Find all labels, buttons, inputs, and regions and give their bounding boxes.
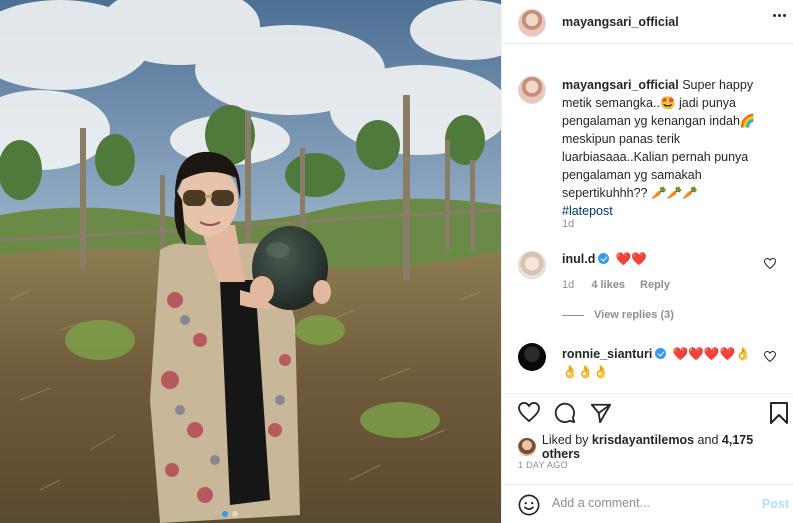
post-header: mayangsari_official — [502, 0, 793, 44]
post-actions-bar — [502, 393, 793, 433]
comment-avatar[interactable] — [518, 343, 546, 371]
carousel-dot-active — [222, 511, 228, 517]
save-bookmark-icon[interactable] — [770, 402, 788, 424]
view-replies-label: View replies (3) — [594, 309, 674, 321]
caption-text: Super happy metik semangka..🤩 jadi punya… — [562, 78, 756, 200]
comment-likes[interactable]: 4 likes — [591, 279, 625, 291]
post-side-panel: mayangsari_official mayangsari_official … — [501, 0, 793, 523]
comment-username[interactable]: ronnie_sianturi — [562, 347, 652, 361]
comment-inul: inul.d ❤️❤️ — [562, 252, 647, 267]
more-options-icon[interactable] — [773, 14, 786, 17]
like-heart-icon[interactable] — [518, 402, 540, 422]
add-comment-bar: Post — [502, 484, 793, 523]
likes-and-label: and — [697, 433, 719, 447]
reply-button[interactable]: Reply — [640, 279, 670, 291]
view-replies-line — [562, 314, 584, 316]
likes-summary: Liked by krisdayantilemos and 4,175 othe… — [518, 433, 793, 461]
comment-ronnie: ronnie_sianturi ❤️❤️❤️❤️👌👌👌👌 — [562, 345, 758, 381]
post-caption: mayangsari_official Super happy metik se… — [562, 76, 758, 220]
author-username[interactable]: mayangsari_official — [562, 15, 679, 29]
add-comment-input[interactable] — [552, 496, 752, 510]
verified-badge-icon — [655, 348, 667, 359]
post-comment-button[interactable]: Post — [762, 497, 789, 511]
comment-like-heart-icon[interactable] — [764, 258, 776, 269]
view-replies-button[interactable]: View replies (3) — [562, 309, 674, 321]
liker-avatar[interactable] — [518, 438, 536, 456]
comment-icon[interactable] — [554, 402, 576, 424]
post-date: 1 DAY AGO — [518, 460, 568, 470]
verified-badge-icon — [598, 253, 610, 264]
share-icon[interactable] — [590, 402, 612, 424]
liker-username[interactable]: krisdayantilemos — [592, 433, 694, 447]
comment-username[interactable]: inul.d — [562, 252, 595, 266]
comment-like-heart-icon[interactable] — [764, 351, 776, 362]
post-photo[interactable] — [0, 0, 501, 523]
hashtag-link[interactable]: #latepost — [562, 204, 613, 218]
caption-age: 1d — [562, 218, 575, 230]
caption-author-avatar[interactable] — [518, 76, 546, 104]
emoji-smiley-icon[interactable] — [518, 494, 540, 516]
caption-username[interactable]: mayangsari_official — [562, 78, 679, 92]
comment-age: 1d — [562, 279, 575, 291]
comment-text: ❤️❤️ — [615, 252, 647, 266]
woman-holding-watermelon-image — [0, 0, 501, 523]
carousel-indicator — [222, 511, 238, 517]
carousel-dot — [232, 511, 238, 517]
comment-meta: 1d 4 likes Reply — [562, 279, 670, 291]
comment-avatar[interactable] — [518, 251, 546, 279]
author-avatar[interactable] — [518, 9, 546, 37]
liked-by-label: Liked by — [541, 433, 589, 447]
